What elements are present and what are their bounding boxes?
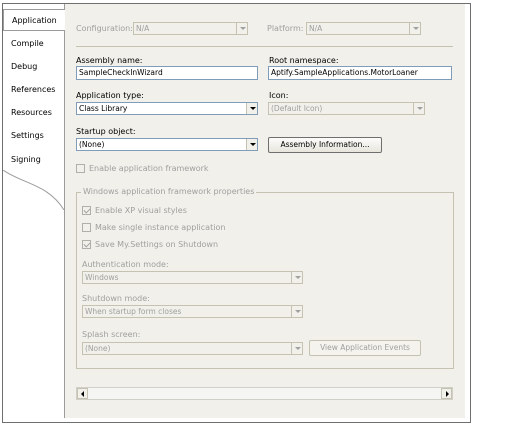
save-settings-label: Save My.Settings on Shutdown (95, 240, 219, 249)
root-namespace-input[interactable]: Aptify.SampleApplications.MotorLoaner (268, 66, 452, 80)
splash-screen-combo[interactable]: (None) (82, 342, 303, 355)
startup-object-label: Startup object: (76, 127, 136, 136)
single-instance-label: Make single instance application (95, 223, 226, 232)
scroll-right-icon[interactable] (441, 388, 452, 399)
startup-object-combo[interactable]: (None) (76, 138, 258, 151)
chevron-down-icon (246, 103, 257, 114)
xp-styles-checkbox[interactable] (82, 206, 91, 215)
assembly-name-input[interactable]: SampleCheckInWizard (76, 66, 258, 80)
application-type-combo[interactable]: Class Library (76, 102, 258, 115)
horizontal-scrollbar[interactable] (76, 387, 453, 400)
tab-strip: Application Compile Debug References Res… (3, 4, 65, 180)
separator (76, 46, 453, 47)
platform-value: N/A (309, 24, 323, 33)
application-type-value: Class Library (79, 104, 128, 113)
shutdown-mode-value: When startup form closes (85, 307, 182, 316)
tab-references[interactable]: References (3, 79, 64, 101)
xp-styles-label: Enable XP visual styles (95, 206, 187, 215)
splash-screen-label: Splash screen: (82, 330, 141, 339)
chevron-down-icon (409, 23, 420, 34)
chevron-down-icon (291, 306, 302, 317)
icon-value: (Default Icon) (271, 104, 323, 113)
tab-debug[interactable]: Debug (3, 56, 64, 78)
authentication-mode-label: Authentication mode: (82, 260, 169, 269)
tab-resources[interactable]: Resources (3, 102, 64, 124)
single-instance-checkbox[interactable] (82, 223, 91, 232)
shutdown-mode-label: Shutdown mode: (82, 294, 150, 303)
chevron-down-icon (413, 103, 424, 114)
enable-framework-checkbox[interactable] (76, 164, 85, 173)
chevron-down-icon (236, 23, 247, 34)
authentication-mode-value: Windows (85, 273, 119, 282)
startup-object-value: (None) (79, 140, 105, 149)
tab-strip-edge (3, 170, 65, 210)
splash-screen-value: (None) (85, 344, 111, 353)
icon-combo[interactable]: (Default Icon) (268, 102, 425, 115)
chevron-down-icon (246, 139, 257, 150)
root-namespace-label: Root namespace: (269, 56, 339, 65)
platform-label: Platform: (267, 24, 304, 33)
enable-framework-label: Enable application framework (89, 164, 209, 173)
assembly-information-button[interactable]: Assembly Information... (268, 137, 382, 153)
platform-combo[interactable]: N/A (306, 22, 421, 35)
tab-signing[interactable]: Signing (3, 149, 64, 171)
tab-settings[interactable]: Settings (3, 125, 64, 147)
tab-compile[interactable]: Compile (3, 33, 64, 55)
configuration-label: Configuration: (76, 24, 133, 33)
authentication-mode-combo[interactable]: Windows (82, 271, 303, 284)
chevron-down-icon (291, 343, 302, 354)
assembly-name-label: Assembly name: (76, 56, 143, 65)
configuration-value: N/A (136, 24, 150, 33)
icon-label: Icon: (269, 91, 289, 100)
view-application-events-button[interactable]: View Application Events (309, 340, 421, 356)
shutdown-mode-combo[interactable]: When startup form closes (82, 305, 303, 318)
chevron-down-icon (291, 272, 302, 283)
save-settings-checkbox[interactable] (82, 240, 91, 249)
tab-application[interactable]: Application (3, 9, 65, 31)
configuration-combo[interactable]: N/A (133, 22, 248, 35)
framework-properties-title: Windows application framework properties (81, 187, 257, 196)
scroll-left-icon[interactable] (77, 388, 88, 399)
application-type-label: Application type: (76, 91, 144, 100)
